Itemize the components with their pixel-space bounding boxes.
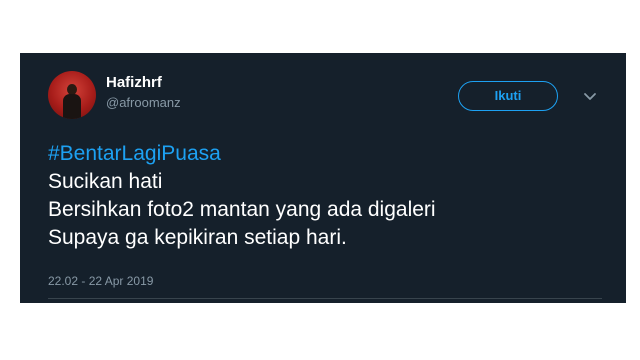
- user-handle[interactable]: @afroomanz: [106, 94, 181, 112]
- tweet-line-1: Sucikan hati: [48, 170, 163, 193]
- tweet-line-2: Bersihkan foto2 mantan yang ada digaleri: [48, 198, 436, 221]
- display-name[interactable]: Hafizhrf: [106, 74, 181, 92]
- divider: [48, 298, 602, 299]
- author-names: Hafizhrf @afroomanz: [106, 74, 181, 112]
- tweet-line-3: Supaya ga kepikiran setiap hari.: [48, 226, 347, 249]
- tweet-card: Hafizhrf @afroomanz Ikuti #BentarLagiPua…: [20, 53, 626, 303]
- chevron-down-icon[interactable]: [580, 86, 600, 106]
- avatar-figure-body: [63, 94, 81, 119]
- tweet-text: #BentarLagiPuasa Sucikan hati Bersihkan …: [48, 140, 436, 252]
- hashtag-link[interactable]: #BentarLagiPuasa: [48, 140, 436, 168]
- avatar[interactable]: [48, 71, 96, 119]
- tweet-header: Hafizhrf @afroomanz Ikuti: [48, 71, 602, 131]
- tweet-timestamp[interactable]: 22.02 - 22 Apr 2019: [48, 273, 153, 289]
- follow-button[interactable]: Ikuti: [458, 81, 558, 111]
